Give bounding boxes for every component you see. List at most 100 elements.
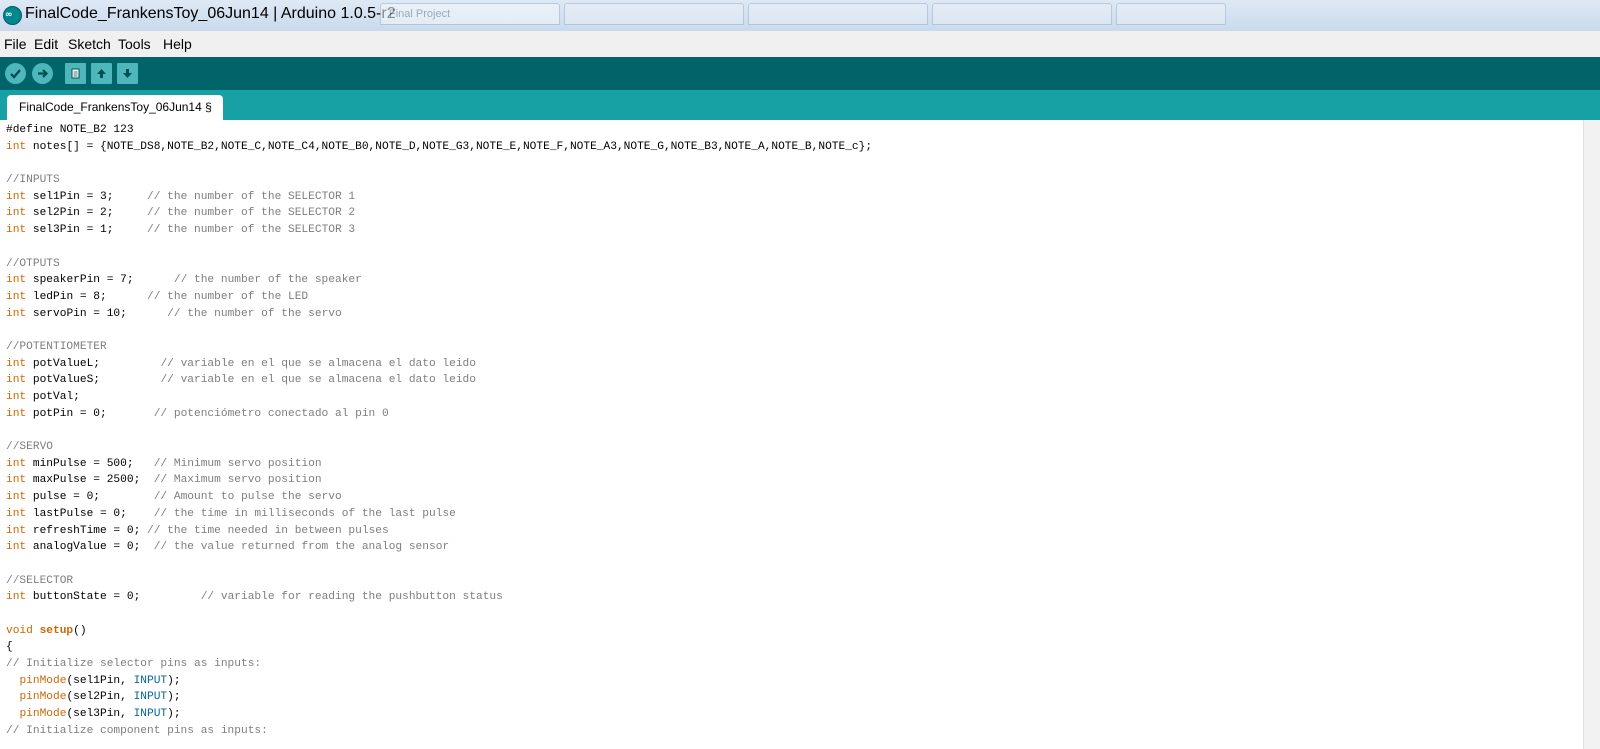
code-line: #define NOTE_B2 123 bbox=[6, 122, 872, 139]
code-token: INPUT bbox=[133, 674, 168, 687]
new-button[interactable] bbox=[65, 63, 86, 84]
background-tab[interactable] bbox=[932, 3, 1112, 25]
code-token: int bbox=[6, 391, 27, 403]
menu-edit[interactable]: Edit bbox=[34, 36, 58, 52]
new-file-icon bbox=[71, 68, 80, 79]
code-token: potPin = 0; bbox=[26, 407, 154, 420]
code-token: // variable en el que se almacena el dat… bbox=[160, 374, 476, 387]
code-token: sel3Pin = 1; bbox=[26, 224, 148, 237]
code-token: notes[] = {NOTE_DS8,NOTE_B2,NOTE_C,NOTE_… bbox=[26, 140, 873, 153]
open-button[interactable] bbox=[91, 63, 112, 84]
code-token: sel2Pin = 2; bbox=[26, 207, 148, 220]
code-token: int bbox=[6, 357, 27, 370]
code-token: buttonState = 0; bbox=[26, 591, 201, 604]
background-tab[interactable] bbox=[564, 3, 744, 25]
code-line: int minPulse = 500; // Minimum servo pos… bbox=[6, 456, 872, 473]
code-token: pinMode bbox=[19, 674, 67, 687]
code-token: int bbox=[6, 374, 27, 387]
menu-bar: File Edit Sketch Tools Help bbox=[0, 31, 1600, 58]
background-tab[interactable] bbox=[1116, 3, 1226, 25]
code-line: int refreshTime = 0; // the time needed … bbox=[6, 523, 872, 540]
code-line: int potVal; bbox=[6, 389, 872, 406]
code-line: pinMode(sel2Pin, INPUT); bbox=[6, 689, 872, 706]
menu-sketch[interactable]: Sketch bbox=[68, 36, 111, 52]
arduino-icon: ∞ bbox=[3, 6, 22, 25]
code-token: // the time needed in between pulses bbox=[147, 524, 389, 537]
code-line: int buttonState = 0; // variable for rea… bbox=[6, 589, 872, 606]
code-line: int lastPulse = 0; // the time in millis… bbox=[6, 506, 872, 523]
save-button[interactable] bbox=[117, 63, 138, 84]
code-line: int analogValue = 0; // the value return… bbox=[6, 539, 872, 556]
toolbar bbox=[0, 57, 1600, 90]
code-line: //OTPUTS bbox=[6, 256, 872, 273]
code-token: ledPin = 8; bbox=[26, 290, 148, 303]
background-tab[interactable]: Final Project bbox=[380, 3, 560, 25]
code-token: int bbox=[6, 524, 27, 537]
code-line: int pulse = 0; // Amount to pulse the se… bbox=[6, 489, 872, 506]
code-text[interactable]: #define NOTE_B2 123 int notes[] = {NOTE_D… bbox=[6, 122, 872, 739]
code-line: int ledPin = 8; // the number of the LED bbox=[6, 289, 872, 306]
code-token: int bbox=[6, 290, 27, 303]
code-token: // the number of the SELECTOR 3 bbox=[147, 224, 356, 237]
code-token: sel1Pin = 3; bbox=[26, 190, 148, 203]
upload-button[interactable] bbox=[32, 63, 53, 84]
code-line: int potPin = 0; // potenciómetro conecta… bbox=[6, 406, 872, 423]
code-token: ); bbox=[167, 674, 181, 687]
code-line: //POTENTIOMETER bbox=[6, 339, 872, 356]
code-line: int sel3Pin = 1; // the number of the SE… bbox=[6, 222, 872, 239]
code-line: //SERVO bbox=[6, 439, 872, 456]
code-line: { bbox=[6, 639, 872, 656]
code-line: int speakerPin = 7; // the number of the… bbox=[6, 272, 872, 289]
code-token: (sel2Pin, bbox=[66, 691, 134, 704]
menu-help[interactable]: Help bbox=[163, 36, 192, 52]
menu-tools[interactable]: Tools bbox=[118, 36, 151, 52]
code-line: void setup() bbox=[6, 623, 872, 640]
verify-button[interactable] bbox=[5, 63, 26, 84]
code-token: // the number of the servo bbox=[167, 307, 342, 320]
code-token: maxPulse = 2500; bbox=[26, 474, 154, 487]
code-token: // variable en el que se almacena el dat… bbox=[160, 357, 476, 370]
window-title: FinalCode_FrankensToy_06Jun14 | Arduino … bbox=[25, 5, 396, 22]
menu-file[interactable]: File bbox=[4, 36, 27, 52]
code-token: //SERVO bbox=[6, 441, 53, 454]
code-token: //INPUTS bbox=[6, 174, 60, 187]
code-line: int potValueS; // variable en el que se … bbox=[6, 372, 872, 389]
code-token: // the time in milliseconds of the last … bbox=[153, 507, 456, 520]
code-token: void bbox=[6, 624, 33, 637]
code-token: // the number of the speaker bbox=[173, 274, 362, 287]
code-token: potVal; bbox=[26, 391, 80, 403]
code-token: // the value returned from the analog se… bbox=[153, 541, 450, 554]
code-editor[interactable]: #define NOTE_B2 123 int notes[] = {NOTE_D… bbox=[0, 120, 1600, 749]
code-line: int potValueL; // variable en el que se … bbox=[6, 356, 872, 373]
code-token: int bbox=[6, 140, 27, 153]
code-token: lastPulse = 0; bbox=[26, 507, 154, 520]
code-token: potValueL; bbox=[26, 357, 161, 370]
code-token: int bbox=[6, 407, 27, 420]
background-tab[interactable] bbox=[748, 3, 928, 25]
code-token: int bbox=[6, 474, 27, 487]
code-token: // variable for reading the pushbutton s… bbox=[200, 591, 503, 604]
code-token: // the number of the LED bbox=[147, 290, 309, 303]
code-token: int bbox=[6, 457, 27, 470]
code-line: int maxPulse = 2500; // Maximum servo po… bbox=[6, 472, 872, 489]
code-token: ); bbox=[167, 691, 181, 704]
check-icon bbox=[10, 69, 21, 79]
code-line: // Initialize component pins as inputs: bbox=[6, 723, 872, 740]
code-token: // Initialize component pins as inputs: bbox=[6, 724, 268, 737]
code-token: potValueS; bbox=[26, 374, 161, 387]
arrow-right-icon bbox=[38, 69, 49, 78]
tab-sketch-file[interactable]: FinalCode_FrankensToy_06Jun14 § bbox=[7, 95, 223, 120]
code-token: int bbox=[6, 307, 27, 320]
code-token: //SELECTOR bbox=[6, 574, 74, 587]
code-token: ); bbox=[167, 708, 181, 721]
code-line: // Initialize selector pins as inputs: bbox=[6, 656, 872, 673]
code-token: int bbox=[6, 541, 27, 554]
editor-scrollbar[interactable] bbox=[1583, 120, 1600, 749]
